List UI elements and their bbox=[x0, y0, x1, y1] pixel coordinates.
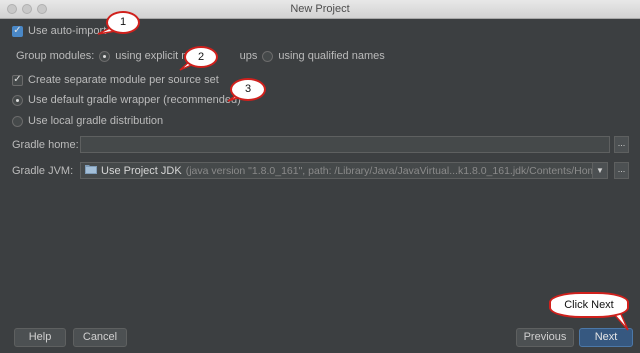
callout-pointers bbox=[97, 26, 629, 331]
click-next-callout: Click Next bbox=[549, 292, 629, 318]
callout-1: 1 bbox=[106, 11, 140, 34]
callout-3: 3 bbox=[230, 78, 266, 101]
callout-2: 2 bbox=[184, 46, 218, 68]
